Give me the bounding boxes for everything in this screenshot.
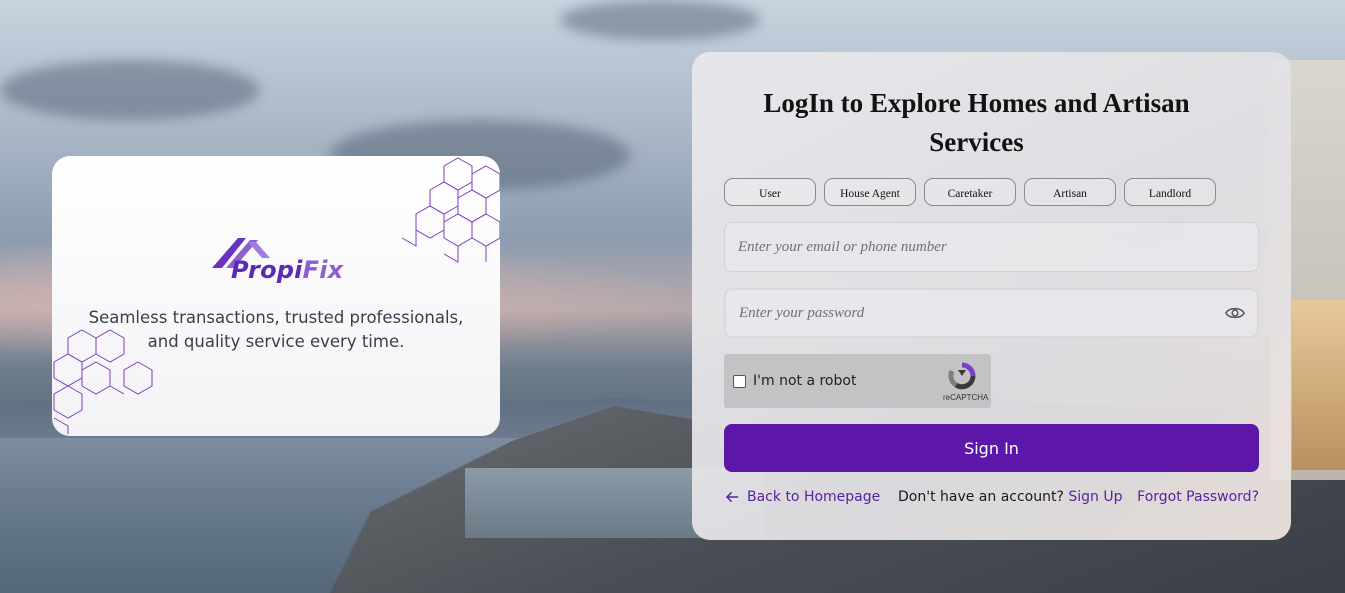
tagline-line-2: and quality service every time. (147, 332, 405, 351)
back-to-homepage-link[interactable]: Back to Homepage (726, 489, 880, 505)
signup-prompt: Don't have an account? Sign Up (898, 489, 1123, 505)
brand-card: PropiFix Seamless transactions, trusted … (52, 156, 500, 436)
role-tab-user[interactable]: User (724, 178, 816, 206)
recaptcha-checkbox[interactable] (733, 375, 746, 388)
email-field-wrapper (724, 222, 1259, 272)
password-field-wrapper (724, 288, 1259, 338)
brand-name-part1: Propi (231, 256, 303, 284)
login-card: LogIn to Explore Homes and Artisan Servi… (692, 52, 1291, 540)
forgot-password-link[interactable]: Forgot Password? (1137, 489, 1259, 505)
email-input[interactable] (725, 223, 1258, 271)
recaptcha-brand: reCAPTCHA (943, 393, 989, 402)
recaptcha-widget: I'm not a robot reCAPTCHA (724, 354, 991, 408)
recaptcha-label: I'm not a robot (753, 373, 857, 389)
brand-tagline: Seamless transactions, trusted professio… (76, 306, 476, 354)
brand-name: PropiFix (231, 256, 343, 284)
cloud (560, 0, 760, 40)
hexagon-pattern-top-right (401, 157, 500, 263)
password-input[interactable] (726, 290, 1257, 336)
login-title-line-2: Services (929, 127, 1024, 157)
sign-in-button[interactable]: Sign In (724, 424, 1259, 472)
cloud (0, 60, 260, 120)
role-tabs: User House Agent Caretaker Artisan Landl… (724, 178, 1216, 206)
role-tab-landlord[interactable]: Landlord (1124, 178, 1216, 206)
eye-icon[interactable] (1225, 305, 1245, 321)
role-tab-caretaker[interactable]: Caretaker (924, 178, 1016, 206)
brand-name-part2: Fix (302, 256, 344, 284)
login-title: LogIn to Explore Homes and Artisan Servi… (732, 84, 1221, 162)
sign-up-link[interactable]: Sign Up (1068, 489, 1122, 505)
recaptcha-icon (948, 362, 976, 390)
role-tab-house-agent[interactable]: House Agent (824, 178, 916, 206)
login-title-line-1: LogIn to Explore Homes and Artisan (763, 88, 1190, 118)
role-tab-artisan[interactable]: Artisan (1024, 178, 1116, 206)
back-to-homepage-label: Back to Homepage (747, 489, 881, 505)
no-account-text: Don't have an account? (898, 489, 1064, 505)
tagline-line-1: Seamless transactions, trusted professio… (88, 308, 464, 327)
villa-window (1292, 300, 1345, 470)
arrow-left-icon (726, 491, 739, 503)
bottom-links: Back to Homepage Don't have an account? … (726, 489, 1261, 509)
